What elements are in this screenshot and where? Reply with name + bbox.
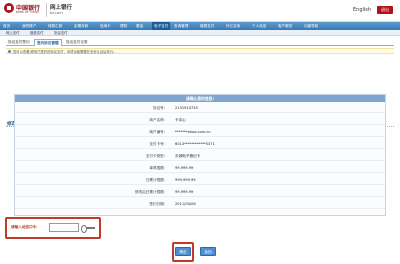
row-label: 单笔限额: [149, 163, 165, 173]
main-nav-item-transfer[interactable]: 转账汇款 [48, 22, 62, 30]
panel-title: 请确认您的信息! [15, 95, 385, 102]
action-bar: 确定 返回 [0, 240, 400, 262]
main-nav-item-credit-card[interactable]: 信用卡 [100, 22, 111, 30]
main-nav-item-home[interactable]: 首页 [3, 22, 10, 30]
confirm-info-panel: 请确认您的信息! 协议号: 2151910735 商户名称: 卡中心 商户编号:… [14, 94, 386, 216]
main-nav-item-bills[interactable]: 缴费支付 [200, 22, 214, 30]
sub-nav-item-agreement-pay[interactable]: 协议支付 [54, 30, 68, 36]
logout-button[interactable]: 退出 [377, 6, 393, 14]
main-nav-item-guide[interactable]: 功能导航 [304, 22, 318, 30]
dynamic-password-input[interactable] [49, 223, 79, 232]
dynamic-password-frame: 请输入动态口令: [5, 217, 101, 239]
tab-agreement-signup[interactable]: 协议支付签约 [6, 39, 32, 46]
row-value: 2151910735 [175, 103, 198, 113]
bank-logo-icon [4, 3, 14, 13]
language-link[interactable]: English [353, 7, 371, 13]
main-nav-item-fund[interactable]: 基金 [136, 22, 143, 30]
row-label: 商户名称: [149, 115, 165, 125]
row-value: 999,999.99 [175, 175, 196, 185]
main-nav-item-settings[interactable]: 个人设定 [252, 22, 266, 30]
row-value: 99,999.99 [175, 163, 193, 173]
header: 中国银行 BANK OF CHINA 网上银行 BOCNET English 退… [0, 0, 400, 22]
info-row-merchant-id: 商户编号: *******ahoo.com.cn [15, 127, 385, 137]
tab-agreement-records[interactable]: 协议支付记录 [64, 39, 90, 46]
info-row-card-type: 支付卡类型: 长城电子借记卡 [15, 151, 385, 161]
main-nav-item-accounts[interactable]: 我的账户 [22, 22, 36, 30]
row-label: 协议号: [153, 103, 165, 113]
product-english-title: BOCNET [50, 11, 63, 15]
row-value: 卡中心 [175, 115, 186, 125]
main-nav-item-service[interactable]: 客户服务 [278, 22, 292, 30]
info-row-daily-limit: 日累计限额: 999,999.99 [15, 175, 385, 185]
confirm-button[interactable]: 确定 [175, 247, 191, 256]
bank-english-name: BANK OF CHINA [16, 11, 39, 14]
main-nav-item-deposit[interactable]: 定期存款 [74, 22, 88, 30]
info-icon [8, 50, 11, 53]
row-label: 日累计限额: [146, 175, 165, 185]
row-value: 2011/04/06 [175, 199, 196, 209]
back-button[interactable]: 返回 [200, 247, 216, 256]
row-value: 长城电子借记卡 [175, 151, 200, 161]
sub-nav-item-bill-pay[interactable]: 缴费支付 [30, 30, 44, 36]
product-title: 网上银行 [50, 3, 72, 11]
row-label: 签约日期: [149, 199, 165, 209]
sub-nav: 网上支付 缴费支付 协议支付 [0, 30, 400, 36]
info-row-new-daily-limit: 修改后日累计限额: 99,999.99 [15, 187, 385, 197]
sub-nav-item-online-pay[interactable]: 网上支付 [6, 30, 20, 36]
row-value: *******ahoo.com.cn [175, 127, 211, 137]
tab-agreement-manage[interactable]: 签约协议管理 [34, 39, 62, 46]
row-label: 修改后日累计限额: [135, 187, 165, 197]
row-label: 商户编号: [149, 127, 165, 137]
row-value: 99,999.99 [175, 187, 193, 197]
row-label: 支付卡号: [149, 139, 165, 149]
main-nav-item-wealth[interactable]: 理财 [120, 22, 127, 30]
tab-bar: 协议支付签约 签约协议管理 协议支付记录 [6, 38, 394, 46]
info-row-signup-date: 签约日期: 2011/04/06 [15, 199, 385, 209]
row-label: 支付卡类型: [146, 151, 165, 161]
info-notice: 您可以查看/修改已签约的协议支付，本项功能需要在安全认证后执行。 [6, 48, 394, 54]
main-nav-item-query[interactable]: 查询管理 [174, 22, 188, 30]
info-row-agreement-no: 协议号: 2151910735 [15, 103, 385, 113]
row-value: 6013************5371 [175, 139, 215, 149]
info-row-merchant-name: 商户名称: 卡中心 [15, 115, 385, 125]
key-icon [83, 227, 95, 229]
main-nav: 首页 我的账户 转账汇款 定期存款 信用卡 理财 基金 电子支付 查询管理 缴费… [0, 22, 400, 30]
dynamic-password-label: 请输入动态口令: [11, 225, 38, 230]
main-nav-item-fx[interactable]: 外汇买卖 [226, 22, 240, 30]
header-divider [46, 3, 47, 17]
info-row-single-limit: 单笔限额: 99,999.99 [15, 163, 385, 173]
info-text: 您可以查看/修改已签约的协议支付，本项功能需要在安全认证后执行。 [13, 49, 116, 55]
info-row-card-number: 支付卡号: 6013************5371 [15, 139, 385, 149]
main-nav-item-epayment[interactable]: 电子支付 [152, 22, 170, 30]
